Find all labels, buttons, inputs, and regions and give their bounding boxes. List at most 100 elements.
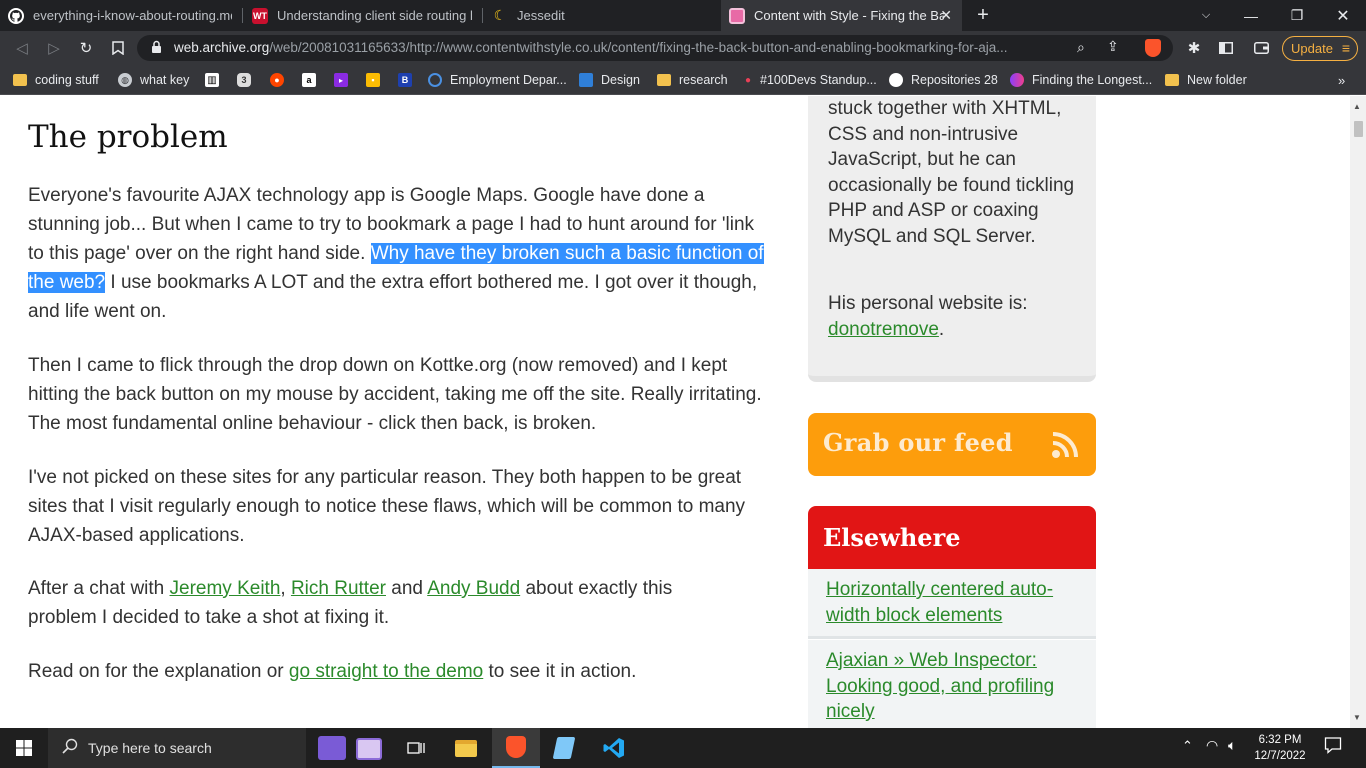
minimize-button[interactable]: — — [1228, 0, 1274, 31]
jeremy-keith-link[interactable]: Jeremy Keith — [170, 578, 281, 599]
sidebar-toggle-icon[interactable] — [1215, 37, 1237, 59]
file-explorer-icon — [455, 739, 477, 757]
vscode-button[interactable] — [590, 728, 638, 768]
elsewhere-title: Elsewhere — [823, 523, 961, 552]
wt-logo-icon: WT — [252, 7, 268, 24]
paragraph-3: I've not picked on these sites for any p… — [28, 467, 746, 546]
zoom-icon[interactable]: ⌕ — [1077, 39, 1085, 56]
bookmark-what-key[interactable]: ◍ what key — [118, 71, 189, 89]
bookmark-label: Repositories 28 — [911, 73, 998, 87]
scroll-down-arrow-icon[interactable]: ▼ — [1353, 713, 1361, 722]
bookmark-app[interactable]: ▸ — [334, 71, 356, 89]
andy-budd-link[interactable]: Andy Budd — [427, 578, 520, 599]
bookmark-new-folder[interactable]: New folder — [1165, 71, 1247, 89]
github-icon — [889, 73, 903, 87]
url-text: web.archive.org/web/20081031165633/http:… — [174, 40, 1074, 55]
start-button[interactable] — [0, 728, 48, 768]
piano-icon: ▥ — [205, 73, 219, 87]
rich-rutter-link[interactable]: Rich Rutter — [291, 578, 386, 599]
volume-icon[interactable]: 🔈︎ — [1228, 737, 1236, 754]
share-icon[interactable]: ⇪ — [1107, 38, 1119, 55]
b-icon: B — [398, 73, 412, 87]
task-view-icon — [407, 742, 425, 754]
cws-icon — [729, 7, 745, 24]
personal-website: His personal website is: donotremove. — [828, 293, 1028, 340]
new-tab-button[interactable]: + — [960, 0, 1006, 31]
bookmark-amazon[interactable]: a — [302, 71, 324, 89]
scroll-up-arrow-icon[interactable]: ▲ — [1353, 102, 1361, 111]
address-bar[interactable]: web.archive.org/web/20081031165633/http:… — [137, 35, 1173, 61]
wifi-icon[interactable]: ◠ — [1206, 737, 1218, 754]
globe-icon: ◍ — [118, 73, 132, 87]
bookmark-keep[interactable]: ▪ — [366, 71, 388, 89]
close-tab-icon[interactable]: ✕ — [940, 7, 952, 24]
wallet-icon[interactable] — [1250, 37, 1272, 59]
paragraph-1: Everyone's favourite AJAX technology app… — [28, 185, 764, 322]
bookmark-finding-longest[interactable]: Finding the Longest... — [1010, 71, 1152, 89]
search-placeholder: Type here to search — [88, 740, 212, 756]
tab-routing-md[interactable]: everything-i-know-about-routing.md — [0, 0, 240, 31]
tab-jessedit[interactable]: ☾ Jessedit — [484, 0, 720, 31]
clapperboard-icon — [318, 736, 346, 760]
menu-icon: ≡ — [1341, 40, 1350, 56]
notifications-icon[interactable] — [1324, 736, 1342, 759]
bookmark-design[interactable]: Design — [579, 71, 640, 89]
demo-link[interactable]: go straight to the demo — [289, 661, 483, 682]
brave-browser-button[interactable] — [492, 728, 540, 768]
personal-website-link[interactable]: donotremove — [828, 319, 939, 340]
rss-feed-button[interactable]: Grab our feed — [808, 413, 1096, 476]
bookmark-label: Finding the Longest... — [1032, 73, 1153, 87]
bookmark-label: what key — [140, 73, 190, 87]
maximize-button[interactable]: ❐ — [1274, 0, 1320, 31]
chevron-up-icon[interactable]: ⌃ — [1182, 738, 1193, 754]
clock-date: 12/7/2022 — [1254, 750, 1306, 762]
author-bio-box: stuck together with XHTML, CSS and non-i… — [808, 96, 1096, 382]
bookmark-repositories[interactable]: Repositories 28 — [889, 71, 998, 89]
scroll-thumb[interactable] — [1354, 121, 1363, 137]
close-window-button[interactable]: ✕ — [1320, 0, 1366, 31]
paragraph-5: Read on for the explanation or go straig… — [28, 661, 637, 682]
bookmarks-bar: coding stuff ◍ what key ▥ 3 ● a ▸ ▪ B Emp… — [0, 65, 1366, 95]
browser-toolbar: ◁ ▷ ↻ web.archive.org/web/20081031165633… — [0, 31, 1366, 65]
tab-search-chevron-icon[interactable]: ⌵ — [1183, 0, 1229, 31]
bookmark-icon — [112, 41, 124, 55]
bookmark-b[interactable]: B — [398, 71, 420, 89]
back-button[interactable]: ◁ — [11, 37, 33, 59]
elsewhere-link[interactable]: Ajaxian » Web Inspector: Looking good, a… — [826, 650, 1054, 722]
github-icon — [8, 7, 24, 24]
more-bookmarks-chevron-icon[interactable]: » — [1338, 71, 1345, 89]
folder-icon — [13, 74, 27, 86]
bookmark-coding-stuff[interactable]: coding stuff — [13, 71, 99, 89]
notepad-icon — [552, 737, 576, 759]
tab-client-routing[interactable]: WT Understanding client side routing by … — [244, 0, 480, 31]
taskbar-search-box[interactable]: Type here to search — [48, 728, 382, 768]
bookmark-employment[interactable]: Employment Depar... — [428, 71, 567, 89]
bookmark-circle[interactable]: 3 — [237, 71, 259, 89]
bookmark-100devs[interactable]: ● #100Devs Standup... — [744, 71, 877, 89]
tab-content-with-style[interactable]: Content with Style - Fixing the Ba ✕ — [721, 0, 962, 31]
folder-icon — [657, 74, 671, 86]
update-label: Update — [1291, 41, 1333, 56]
tab-title: Jessedit — [517, 8, 565, 23]
elsewhere-link[interactable]: Horizontally centered auto-width block e… — [826, 579, 1053, 626]
reload-button[interactable]: ↻ — [75, 37, 97, 59]
page-scrollbar[interactable]: ▲ ▼ — [1350, 96, 1366, 728]
brave-shields-icon[interactable] — [1145, 39, 1161, 57]
forward-button[interactable]: ▷ — [43, 37, 65, 59]
url-host: web.archive.org — [174, 40, 270, 55]
system-clock[interactable]: 6:32 PM 12/7/2022 — [1253, 732, 1307, 764]
file-explorer-button[interactable] — [442, 728, 490, 768]
bookmark-reddit[interactable]: ● — [270, 71, 292, 89]
brave-icon — [506, 736, 526, 758]
windows-logo-icon — [16, 740, 32, 756]
bookmark-page-button[interactable] — [107, 37, 129, 59]
task-view-button[interactable] — [392, 728, 440, 768]
rss-icon — [1052, 432, 1078, 458]
dot-icon: ● — [744, 74, 752, 86]
notepad-app-button[interactable] — [540, 728, 588, 768]
bookmark-piano[interactable]: ▥ — [205, 71, 227, 89]
news-icon — [356, 738, 382, 760]
bookmark-research[interactable]: research — [657, 71, 728, 89]
extensions-puzzle-icon[interactable]: ✱ — [1183, 37, 1205, 59]
update-button[interactable]: Update ≡ — [1282, 36, 1358, 61]
